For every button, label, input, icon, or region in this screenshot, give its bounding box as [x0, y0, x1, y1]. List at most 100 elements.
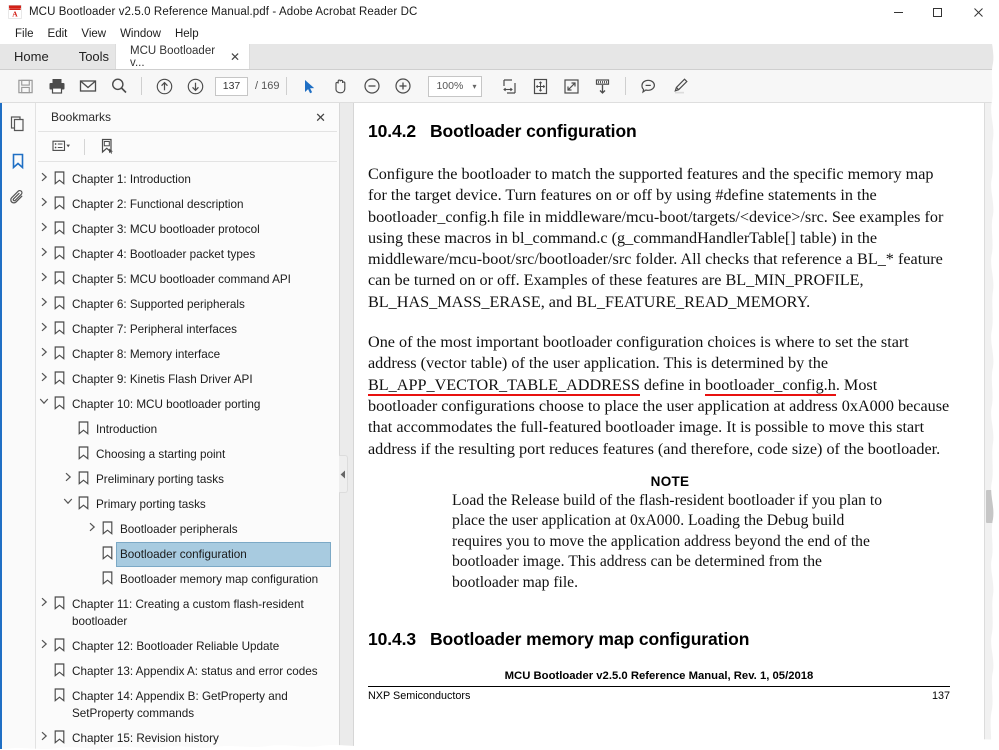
- panel-collapse-handle[interactable]: [339, 455, 348, 493]
- bookmark-item[interactable]: Chapter 4: Bootloader packet types: [36, 242, 339, 267]
- bookmark-item[interactable]: Introduction: [60, 417, 339, 442]
- bookmark-item[interactable]: Chapter 14: Appendix B: GetProperty and …: [36, 684, 339, 726]
- bookmark-icon: [51, 292, 68, 310]
- bookmark-item[interactable]: Chapter 10: MCU bootloader porting: [36, 392, 339, 417]
- close-icon[interactable]: ✕: [315, 111, 326, 124]
- footer-center-text: MCU Bootloader v2.5.0 Reference Manual, …: [368, 670, 950, 682]
- previous-page-icon[interactable]: [149, 72, 180, 100]
- hand-tool-icon[interactable]: [325, 72, 356, 100]
- new-bookmark-icon[interactable]: [94, 136, 120, 158]
- bookmark-label: Bootloader configuration: [116, 542, 331, 567]
- chevron-right-icon[interactable]: [36, 267, 51, 282]
- paragraph-1: Configure the bootloader to match the su…: [368, 164, 950, 313]
- bookmark-item[interactable]: Chapter 12: Bootloader Reliable Update: [36, 634, 339, 659]
- search-icon[interactable]: [103, 72, 134, 100]
- email-icon[interactable]: [72, 72, 103, 100]
- chevron-right-icon[interactable]: [84, 517, 99, 532]
- maximize-button[interactable]: [918, 0, 957, 24]
- bookmark-icon: [51, 342, 68, 360]
- fit-width-icon[interactable]: [494, 72, 525, 100]
- zoom-level-value: 100%: [436, 80, 463, 92]
- bookmark-icon: [51, 659, 68, 677]
- comment-icon[interactable]: [633, 72, 664, 100]
- chevron-right-icon[interactable]: [36, 167, 51, 182]
- annotated-text-1[interactable]: BL_APP_VECTOR_TABLE_ADDRESS: [368, 376, 640, 396]
- bookmark-item[interactable]: Chapter 8: Memory interface: [36, 342, 339, 367]
- bookmark-item[interactable]: Chapter 1: Introduction: [36, 167, 339, 192]
- zoom-level-select[interactable]: 100% ▾: [428, 76, 482, 97]
- app-body: Bookmarks ✕: [0, 103, 999, 750]
- tab-document[interactable]: MCU Bootloader v... ✕: [115, 44, 250, 69]
- bookmark-icon: [75, 442, 92, 460]
- bookmark-item[interactable]: Chapter 7: Peripheral interfaces: [36, 317, 339, 342]
- bookmarks-scrollbar[interactable]: [330, 162, 339, 750]
- bookmark-item[interactable]: Primary porting tasks: [60, 492, 339, 517]
- zoom-in-icon[interactable]: [387, 72, 418, 100]
- chevron-down-icon[interactable]: [60, 492, 75, 505]
- page-thumbnails-icon[interactable]: [4, 111, 32, 137]
- chevron-right-icon[interactable]: [36, 317, 51, 332]
- page-display-icon[interactable]: [587, 72, 618, 100]
- bookmark-item[interactable]: Chapter 5: MCU bootloader command API: [36, 267, 339, 292]
- save-icon[interactable]: [10, 72, 41, 100]
- bookmark-item[interactable]: Chapter 13: Appendix A: status and error…: [36, 659, 339, 684]
- bookmark-item[interactable]: Chapter 3: MCU bootloader protocol: [36, 217, 339, 242]
- bookmark-item[interactable]: Chapter 15: Revision history: [36, 726, 339, 750]
- chevron-down-icon[interactable]: [36, 392, 51, 405]
- menu-window[interactable]: Window: [113, 24, 168, 44]
- window-controls: [879, 0, 999, 24]
- chevron-right-icon[interactable]: [36, 592, 51, 607]
- chevron-right-icon[interactable]: [36, 342, 51, 357]
- bookmark-label: Chapter 5: MCU bootloader command API: [68, 267, 331, 292]
- section-number-1: 10.4.2: [368, 121, 430, 142]
- chevron-right-icon[interactable]: [36, 192, 51, 207]
- chevron-right-icon[interactable]: [36, 367, 51, 382]
- paragraph-2-part-b: define in: [640, 376, 705, 394]
- document-scrollbar-thumb[interactable]: [986, 490, 998, 523]
- bookmarks-list[interactable]: Chapter 1: IntroductionChapter 2: Functi…: [36, 162, 339, 750]
- bookmarks-icon[interactable]: [4, 148, 32, 174]
- bookmark-item[interactable]: Bootloader memory map configuration: [84, 567, 339, 592]
- page-number-input[interactable]: 137: [215, 77, 248, 96]
- next-page-icon[interactable]: [180, 72, 211, 100]
- menu-edit[interactable]: Edit: [41, 24, 75, 44]
- chevron-right-icon[interactable]: [60, 467, 75, 482]
- bookmark-item[interactable]: Preliminary porting tasks: [60, 467, 339, 492]
- close-icon[interactable]: ✕: [230, 51, 240, 63]
- zoom-out-icon[interactable]: [356, 72, 387, 100]
- bookmark-item[interactable]: Chapter 2: Functional description: [36, 192, 339, 217]
- attachments-icon[interactable]: [4, 185, 32, 211]
- annotated-text-2[interactable]: bootloader_config.h: [705, 376, 836, 396]
- fit-page-icon[interactable]: [525, 72, 556, 100]
- bookmark-icon: [51, 242, 68, 260]
- toolbar-separator: [286, 77, 287, 95]
- bookmark-item[interactable]: Chapter 6: Supported peripherals: [36, 292, 339, 317]
- full-screen-icon[interactable]: [556, 72, 587, 100]
- tab-home[interactable]: Home: [14, 49, 49, 64]
- print-icon[interactable]: [41, 72, 72, 100]
- twisty-placeholder: [36, 659, 51, 664]
- chevron-right-icon[interactable]: [36, 217, 51, 232]
- document-scrollbar[interactable]: [984, 103, 999, 750]
- menu-view[interactable]: View: [74, 24, 113, 44]
- minimize-button[interactable]: [879, 0, 918, 24]
- bookmark-item[interactable]: Bootloader peripherals: [84, 517, 339, 542]
- tab-tools[interactable]: Tools: [79, 49, 109, 64]
- bookmark-item[interactable]: Chapter 9: Kinetis Flash Driver API: [36, 367, 339, 392]
- bookmark-options-icon[interactable]: [49, 136, 75, 158]
- chevron-right-icon[interactable]: [36, 292, 51, 307]
- bookmark-item[interactable]: Bootloader configuration: [84, 542, 339, 567]
- close-button[interactable]: [957, 0, 999, 24]
- bookmark-label: Chapter 1: Introduction: [68, 167, 331, 192]
- bookmark-item[interactable]: Chapter 11: Creating a custom flash-resi…: [36, 592, 339, 634]
- chevron-right-icon[interactable]: [36, 726, 51, 741]
- highlight-icon[interactable]: [664, 72, 695, 100]
- bookmark-icon: [51, 167, 68, 185]
- bookmark-label: Chapter 9: Kinetis Flash Driver API: [68, 367, 331, 392]
- bookmark-item[interactable]: Choosing a starting point: [60, 442, 339, 467]
- menu-file[interactable]: File: [8, 24, 41, 44]
- menu-help[interactable]: Help: [168, 24, 206, 44]
- select-tool-icon[interactable]: [294, 72, 325, 100]
- chevron-right-icon[interactable]: [36, 634, 51, 649]
- chevron-right-icon[interactable]: [36, 242, 51, 257]
